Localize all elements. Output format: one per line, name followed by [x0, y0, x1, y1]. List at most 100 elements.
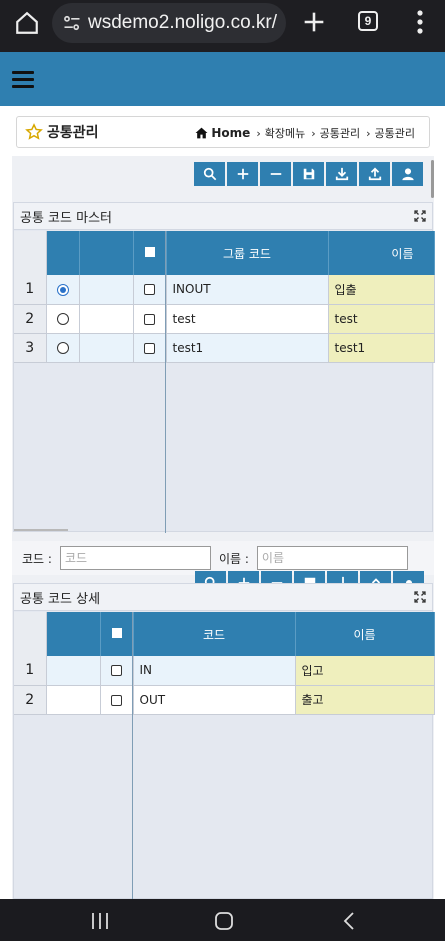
- row-checkbox-cell[interactable]: [133, 304, 167, 334]
- main-area: 공통 코드 마스터 그룹 코드 이름 1 INOUT 입출 2 test tes…: [12, 156, 435, 900]
- blank-cell[interactable]: [46, 685, 101, 715]
- download-button[interactable]: [327, 571, 358, 583]
- back-nav-icon[interactable]: [341, 911, 357, 931]
- address-bar[interactable]: wsdemo2.noligo.co.kr/: [52, 3, 286, 43]
- radio-column-header: [46, 231, 80, 275]
- code-cell[interactable]: OUT: [133, 685, 296, 715]
- row-checkbox-cell[interactable]: [100, 656, 134, 686]
- row-radio[interactable]: [56, 342, 69, 354]
- favorite-star-icon[interactable]: [25, 123, 43, 141]
- expand-icon[interactable]: [414, 210, 426, 222]
- add-button[interactable]: [228, 571, 259, 583]
- row-checkbox-cell[interactable]: [100, 685, 134, 715]
- breadcrumb-item[interactable]: 확장메뉴: [265, 125, 305, 141]
- code-search-input[interactable]: [59, 546, 211, 570]
- chevron-right-icon: ›: [366, 126, 371, 140]
- delete-button[interactable]: [261, 571, 292, 583]
- row-number-header: [14, 612, 47, 656]
- upload-button[interactable]: [360, 571, 391, 583]
- table-row[interactable]: 2 test test: [14, 304, 435, 334]
- row-checkbox-cell[interactable]: [133, 333, 167, 363]
- blank-cell[interactable]: [79, 333, 134, 363]
- table-row[interactable]: 1 INOUT 입출: [14, 275, 435, 305]
- site-settings-icon[interactable]: [62, 13, 82, 33]
- delete-button[interactable]: [260, 162, 291, 186]
- blank-cell[interactable]: [79, 275, 134, 305]
- row-checkbox[interactable]: [111, 665, 122, 677]
- check-all-header[interactable]: [133, 231, 167, 275]
- search-button[interactable]: [195, 571, 226, 583]
- minus-icon: [270, 173, 281, 175]
- upload-button[interactable]: [359, 162, 390, 186]
- table-row[interactable]: 2 OUT 출고: [14, 685, 435, 715]
- row-radio[interactable]: [56, 313, 69, 325]
- breadcrumb-item[interactable]: 공통관리: [320, 125, 360, 141]
- add-button[interactable]: [227, 162, 258, 186]
- download-button[interactable]: [326, 162, 357, 186]
- table-row[interactable]: 3 test1 test1: [14, 333, 435, 363]
- search-icon: [204, 576, 214, 583]
- home-icon[interactable]: [14, 10, 40, 36]
- row-radio-cell[interactable]: [46, 275, 80, 305]
- select-all-checkbox[interactable]: [144, 247, 155, 257]
- save-button[interactable]: [294, 571, 325, 583]
- more-options-icon[interactable]: [410, 8, 430, 36]
- column-header-name[interactable]: 이름: [328, 231, 435, 275]
- url-text[interactable]: wsdemo2.noligo.co.kr/: [88, 12, 277, 34]
- app-header: [0, 52, 445, 106]
- row-checkbox[interactable]: [111, 694, 122, 706]
- user-button[interactable]: [392, 162, 423, 186]
- tab-switcher-button[interactable]: 9: [358, 11, 378, 31]
- column-header-code[interactable]: 코드: [133, 612, 296, 656]
- frozen-column-divider: [165, 231, 166, 533]
- table-row[interactable]: 1 IN 입고: [14, 656, 435, 686]
- row-checkbox-cell[interactable]: [133, 275, 167, 305]
- blank-cell[interactable]: [46, 656, 101, 686]
- row-radio[interactable]: [56, 283, 69, 296]
- horizontal-scrollbar[interactable]: [14, 529, 68, 531]
- expand-icon[interactable]: [414, 591, 426, 603]
- row-checkbox[interactable]: [144, 342, 155, 354]
- master-grid: 그룹 코드 이름 1 INOUT 입출 2 test test 3 test1 …: [14, 231, 435, 363]
- column-header-name[interactable]: 이름: [295, 612, 435, 656]
- check-all-header[interactable]: [100, 612, 134, 656]
- row-radio-cell[interactable]: [46, 333, 80, 363]
- row-radio-cell[interactable]: [46, 304, 80, 334]
- plus-icon: [237, 168, 248, 180]
- breadcrumb-home[interactable]: Home: [211, 126, 250, 140]
- blank-cell[interactable]: [79, 304, 134, 334]
- select-all-checkbox[interactable]: [111, 628, 122, 638]
- master-grid-header: 그룹 코드 이름: [14, 231, 435, 275]
- recent-apps-icon[interactable]: [90, 911, 110, 931]
- name-cell[interactable]: 입출: [328, 275, 435, 305]
- row-checkbox[interactable]: [144, 313, 155, 325]
- user-icon: [401, 168, 414, 181]
- name-cell[interactable]: 출고: [295, 685, 435, 715]
- column-header-group-code[interactable]: 그룹 코드: [166, 231, 329, 275]
- breadcrumb-item[interactable]: 공통관리: [375, 125, 415, 141]
- hamburger-menu-icon[interactable]: [12, 71, 34, 89]
- detail-panel-title: 공통 코드 상세: [20, 591, 101, 607]
- user-button[interactable]: [393, 571, 424, 583]
- row-number: 1: [14, 275, 47, 305]
- name-cell[interactable]: test1: [328, 333, 435, 363]
- upload-icon: [371, 578, 380, 583]
- home-nav-icon[interactable]: [214, 911, 234, 931]
- download-icon: [335, 167, 348, 181]
- scrollbar[interactable]: [431, 160, 434, 198]
- group-code-cell[interactable]: test: [166, 304, 329, 334]
- name-cell[interactable]: 입고: [295, 656, 435, 686]
- save-icon: [304, 577, 315, 583]
- code-cell[interactable]: IN: [133, 656, 296, 686]
- plus-icon: [238, 577, 249, 583]
- save-button[interactable]: [293, 162, 324, 186]
- search-button[interactable]: [194, 162, 225, 186]
- detail-toolbar: [195, 571, 424, 583]
- group-code-cell[interactable]: test1: [166, 333, 329, 363]
- name-cell[interactable]: test: [328, 304, 435, 334]
- new-tab-icon[interactable]: [300, 8, 328, 36]
- detail-panel: 공통 코드 상세 코드 이름 1 IN 입고 2 OUT 출고: [13, 571, 435, 900]
- row-checkbox[interactable]: [144, 284, 155, 296]
- group-code-cell[interactable]: INOUT: [166, 275, 329, 305]
- name-search-input[interactable]: [256, 546, 408, 570]
